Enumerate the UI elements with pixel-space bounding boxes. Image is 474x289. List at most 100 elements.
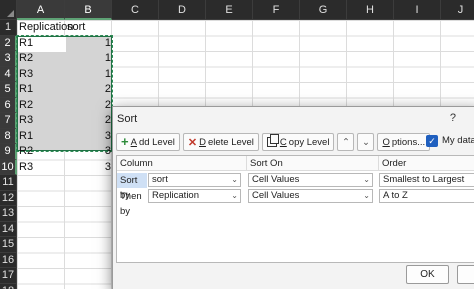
row-headers: 1 2 3 4 5 6 7 8 9 10 11 12 13 14 15 16 1… [0,20,17,289]
cell-b[interactable]: 2 [66,113,111,129]
arrow-up-icon: ⌃ [341,136,350,148]
row-header[interactable]: 9 [0,144,17,160]
column-header-f[interactable]: F [253,0,300,20]
cell-a[interactable]: R3 [19,113,33,129]
delete-level-accesskey: D [199,136,206,148]
select-all-icon [7,10,14,17]
cell-b[interactable]: 3 [66,160,111,176]
row-header[interactable]: 14 [0,221,17,237]
row-header[interactable]: 15 [0,237,17,253]
row-header[interactable]: 3 [0,51,17,67]
copy-level-label: opy Level [288,136,330,148]
column-header-j[interactable]: J [441,0,474,20]
header-checkbox[interactable]: ✓ [426,135,438,147]
then-by-column-value: Replication [152,190,199,201]
move-up-button[interactable]: ⌃ [337,133,355,151]
row-header[interactable]: 12 [0,190,17,206]
cell-b[interactable]: 3 [66,129,111,145]
select-all-corner[interactable] [0,0,17,20]
cell-a[interactable]: R3 [19,160,33,176]
column-header-e[interactable]: E [206,0,253,20]
plus-icon: + [121,134,129,149]
row-header[interactable]: 8 [0,128,17,144]
add-level-label: dd Level [138,136,175,148]
cell-a[interactable]: R2 [19,98,33,114]
then-by-label[interactable]: Then by [117,189,147,217]
sort-by-sort-on-value: Cell Values [252,174,300,185]
cell-b[interactable]: 2 [66,82,111,98]
chevron-down-icon: ⌄ [231,175,238,184]
cell-a[interactable]: R1 [19,82,33,98]
chevron-down-icon: ⌄ [231,191,238,200]
options-accesskey: O [382,136,390,148]
cancel-button[interactable] [457,265,474,284]
arrow-down-icon: ⌄ [361,136,370,148]
cell-b[interactable]: 2 [66,98,111,114]
row-header[interactable]: 17 [0,268,17,284]
chevron-down-icon: ⌄ [363,191,370,200]
cell-a[interactable]: R2 [19,144,33,160]
cell-a1[interactable]: Replication [19,20,73,36]
dialog-title: Sort [117,113,138,125]
row-header[interactable]: 16 [0,252,17,268]
row-header[interactable]: 7 [0,113,17,129]
add-level-accesskey: A [130,136,137,148]
row-header[interactable]: 18 [0,283,17,289]
sort-by-column-select[interactable]: sort ⌄ [148,173,241,187]
row-header[interactable]: 11 [0,175,17,191]
column-headers: A B C D E F G H I J [17,0,474,20]
copy-icon [266,134,279,147]
row-header[interactable]: 6 [0,97,17,113]
cell-a[interactable]: R3 [19,67,33,83]
header-checkbox-label: My data ha [442,135,474,146]
column-header-d[interactable]: D [159,0,206,20]
delete-icon: ✕ [187,136,198,149]
row-header[interactable]: 1 [0,20,17,36]
order-heading: Order [379,156,474,171]
row-header[interactable]: 4 [0,66,17,82]
cell-b[interactable]: 1 [66,67,111,83]
sort-on-heading: Sort On [247,156,379,171]
column-header-i[interactable]: I [394,0,441,20]
row-header[interactable]: 13 [0,206,17,222]
row-header[interactable]: 10 [0,159,17,175]
column-header-a[interactable]: A [17,0,65,20]
then-by-order-select[interactable]: A to Z [379,189,474,203]
copy-level-accesskey: C [279,136,287,148]
then-by-sort-on-select[interactable]: Cell Values ⌄ [248,189,373,203]
row-header[interactable]: 2 [0,35,17,51]
then-by-order-value: A to Z [383,190,408,201]
then-by-sort-on-value: Cell Values [252,190,300,201]
column-header-g[interactable]: G [300,0,347,20]
column-header-h[interactable]: H [347,0,394,20]
sort-by-sort-on-select[interactable]: Cell Values ⌄ [248,173,373,187]
sort-levels-table: Column Sort On Order Sort by sort ⌄ Cell… [116,155,474,263]
sort-toolbar: + Add Level ✕ Delete Level Copy Level ⌃ … [116,133,431,151]
cell-b1[interactable]: sort [67,20,85,36]
sort-dialog: Sort ? + Add Level ✕ Delete Level Copy L… [112,106,474,289]
cell-b[interactable]: 1 [66,51,111,67]
copy-level-button[interactable]: Copy Level [261,133,335,151]
cell-a[interactable]: R1 [19,36,33,52]
sort-by-label[interactable]: Sort by [117,173,147,201]
cell-a[interactable]: R1 [19,129,33,145]
column-header-b[interactable]: B [65,0,112,20]
add-level-button[interactable]: + Add Level [116,133,180,151]
sort-by-column-value: sort [152,174,168,185]
column-header-c[interactable]: C [112,0,159,20]
cell-b[interactable]: 1 [66,36,111,52]
help-button[interactable]: ? [450,112,456,124]
delete-level-label: elete Level [207,136,254,148]
sort-by-order-select[interactable]: Smallest to Largest [379,173,474,187]
cell-a[interactable]: R2 [19,51,33,67]
column-heading: Column [117,156,247,171]
delete-level-button[interactable]: ✕ Delete Level [182,133,259,151]
checkmark-icon: ✓ [428,136,436,146]
ok-button[interactable]: OK [406,265,449,284]
options-button[interactable]: Options... [377,133,431,151]
row-header[interactable]: 5 [0,82,17,98]
then-by-column-select[interactable]: Replication ⌄ [148,189,241,203]
sort-by-order-value: Smallest to Largest [383,174,465,185]
cell-b[interactable]: 3 [66,144,111,160]
move-down-button[interactable]: ⌄ [357,133,375,151]
